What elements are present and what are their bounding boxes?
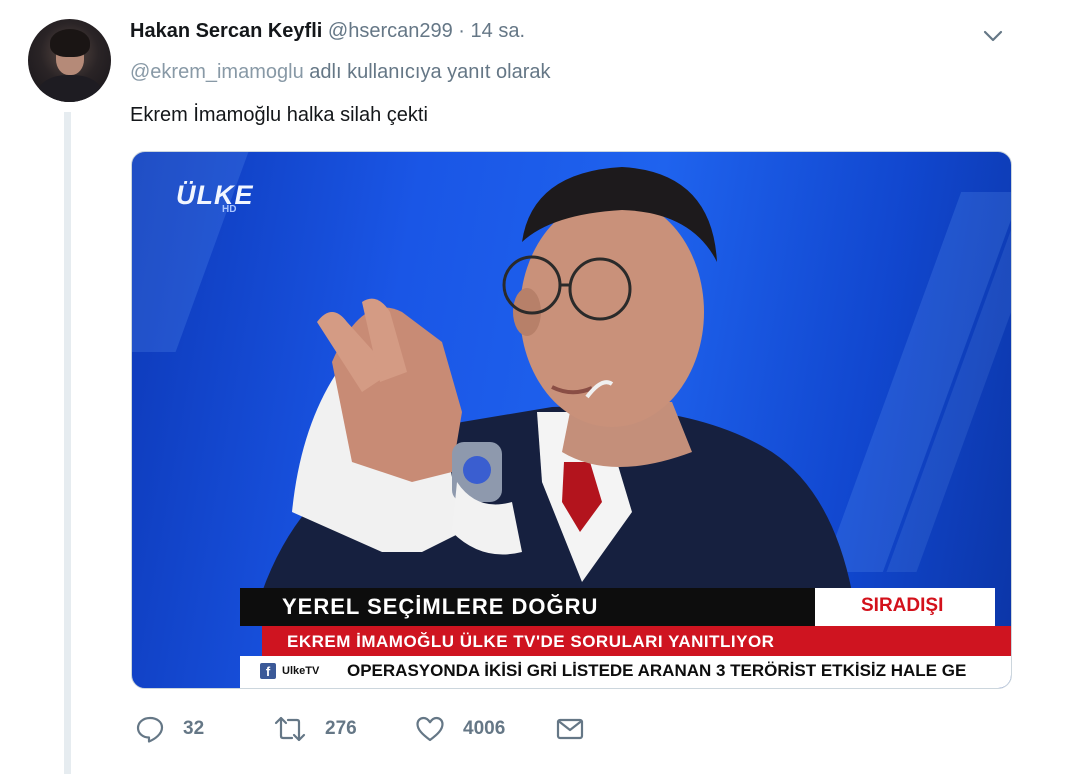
tweet-media-image[interactable]: ÜLKE HD YEREL SEÇİMLERE DOĞRU SIRADIŞI E… [131,151,1012,689]
ticker-middle-text: EKREM İMAMOĞLU ÜLKE TV'DE SORULARI YANIT… [287,632,775,651]
like-count: 4006 [463,718,506,739]
envelope-icon [555,714,585,744]
chevron-down-icon[interactable] [982,26,1004,46]
retweet-icon [273,714,307,744]
ticker-top-text: YEREL SEÇİMLERE DOĞRU [282,594,599,619]
ticker-top-right-text: SIRADIŞI [861,595,944,616]
retweet-count: 276 [325,718,357,739]
author-name[interactable]: Hakan Sercan Keyfli [130,20,322,42]
reply-button[interactable]: 32 [135,712,204,746]
facebook-icon: f [260,663,276,679]
reply-handle-link[interactable]: @ekrem_imamoglu [130,61,304,83]
reply-icon [135,714,165,744]
reply-context-text: adlı kullanıcıya yanıt olarak [309,61,551,83]
ticker-bottom-text: OPERASYONDA İKİSİ GRİ LİSTEDE ARANAN 3 T… [347,661,967,680]
avatar[interactable] [28,19,111,102]
news-ticker: YEREL SEÇİMLERE DOĞRU SIRADIŞI EKREM İMA… [132,570,1011,688]
direct-message-button[interactable] [555,712,585,746]
tweet-header: Hakan Sercan Keyfli @hsercan299 · 14 sa. [130,20,525,43]
tweet-time[interactable]: 14 sa. [471,20,525,42]
author-handle[interactable]: @hsercan299 [328,20,453,42]
ticker-top-right-box: SIRADIŞI [815,588,995,626]
reply-count: 32 [183,718,205,739]
heart-icon [415,714,445,744]
separator-dot: · [458,20,465,42]
thread-line [64,112,71,774]
reply-context: @ekrem_imamoglu adlı kullanıcıya yanıt o… [130,61,551,84]
like-button[interactable]: 4006 [415,712,505,746]
tweet-text: Ekrem İmamoğlu halka silah çekti [130,104,428,126]
retweet-button[interactable]: 276 [273,712,357,746]
ticker-brand: UlkeTV [282,665,320,677]
